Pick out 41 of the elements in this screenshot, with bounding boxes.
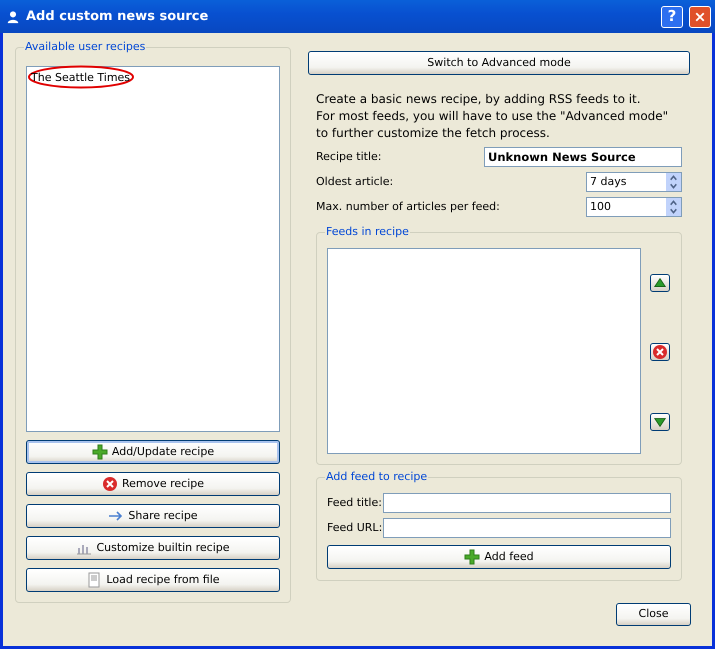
group-title: Feeds in recipe [325, 225, 410, 239]
plus-icon [92, 444, 108, 460]
down-arrow-icon [653, 415, 668, 430]
add-feed-button[interactable]: Add feed [327, 545, 671, 569]
recipe-button[interactable]: Share recipe [26, 504, 280, 528]
field-label: Feed title: [327, 494, 379, 511]
user-icon [6, 10, 20, 24]
field-label: Feed URL: [327, 520, 379, 536]
tool-button[interactable] [650, 413, 670, 432]
spin-value: 100 [590, 198, 611, 215]
up-arrow-icon [653, 276, 668, 290]
close-icon [694, 10, 706, 22]
help-button[interactable]: ? [661, 6, 683, 28]
text-field[interactable]: Unknown News Source [484, 147, 682, 167]
field-label: Recipe title: [316, 148, 382, 165]
field-label: Max. number of articles per feed: [316, 198, 500, 215]
group-title: Add feed to recipe [325, 470, 428, 484]
intro-text: Create a basic news recipe, by adding RSS feeds to it. For most feeds, you will have to use the "Advanced mode" to further customize the fetch process. [315, 91, 670, 142]
window-title: Add custom news source [26, 8, 210, 26]
spin-box[interactable]: 7 days [586, 172, 682, 192]
remove-icon [652, 344, 668, 360]
spin-value: 7 days [590, 174, 626, 190]
tool-button[interactable] [650, 274, 670, 292]
mode-button[interactable]: Switch to Advanced mode [308, 51, 690, 75]
remove-icon [102, 476, 118, 492]
text-field[interactable] [383, 518, 671, 538]
recipe-button[interactable]: Customize builtin recipe [26, 536, 280, 560]
group-title: Available user recipes [24, 40, 146, 54]
document-icon [86, 572, 102, 588]
recipe-button[interactable]: Remove recipe [26, 472, 280, 496]
spin-arrows-icon [666, 198, 681, 216]
spin-arrows-icon [666, 173, 681, 191]
spin-box[interactable]: 100 [586, 197, 682, 217]
recipe-button[interactable]: Load recipe from file [26, 568, 280, 592]
tool-button[interactable] [650, 343, 670, 362]
close-dialog-button[interactable]: Close [616, 603, 691, 626]
close-button[interactable] [689, 6, 711, 28]
text-field[interactable] [383, 493, 671, 513]
recipe-button[interactable]: Add/Update recipe [26, 440, 280, 464]
field-label: Oldest article: [316, 174, 394, 190]
plus-icon [464, 549, 480, 565]
